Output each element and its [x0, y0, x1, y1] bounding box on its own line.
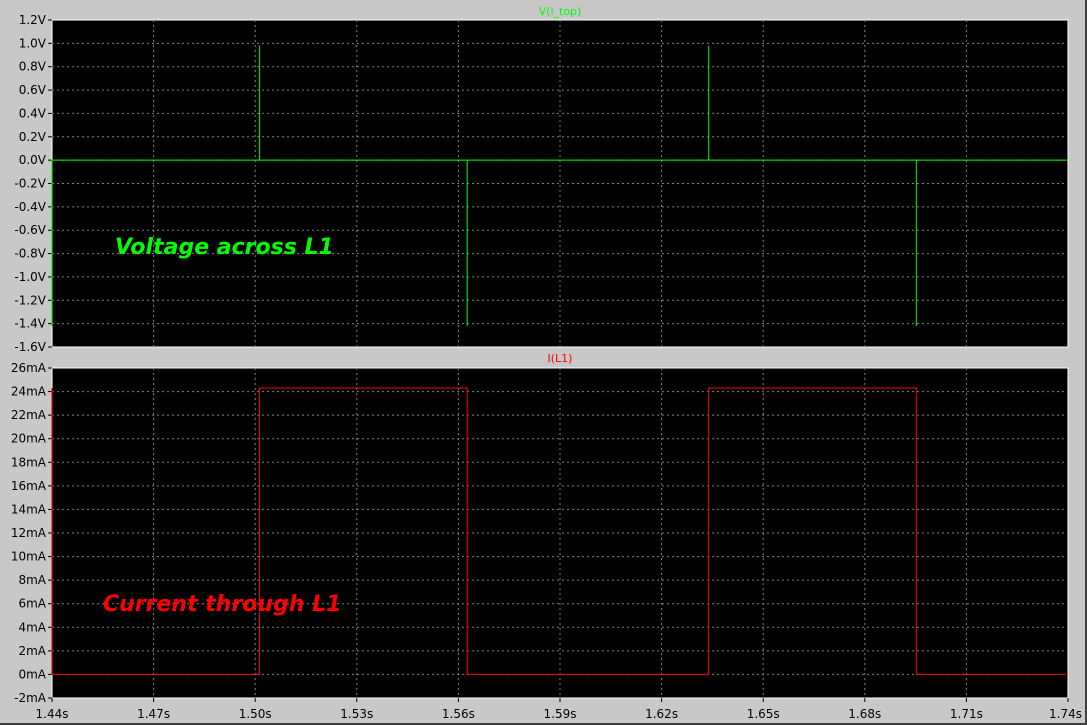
- y-tick-label: 22mA: [11, 408, 47, 422]
- y-tick-label: 1.2V: [19, 13, 47, 27]
- y-tick-label: -0.2V: [14, 177, 46, 191]
- y-tick-label: 10mA: [11, 550, 47, 564]
- x-tick-label: 1.71s: [950, 707, 983, 721]
- y-tick-label: -1.2V: [14, 293, 46, 307]
- x-tick-label: 1.62s: [645, 707, 678, 721]
- x-tick-label: 1.59s: [544, 707, 577, 721]
- pane-title-2[interactable]: I(L1): [548, 352, 573, 365]
- pane-title-1[interactable]: V(l_top): [539, 5, 582, 18]
- y-tick-label: -0.8V: [14, 247, 46, 261]
- plot-window: -1.6V -1.4V -1.2V -1.0V -0.8V -0.6V -0.4V -0.2V…: [0, 0, 1087, 725]
- x-tick-label: 1.74s: [1049, 707, 1082, 721]
- y-tick-label: 0.0V: [19, 153, 47, 167]
- x-tick-label: 1.65s: [747, 707, 780, 721]
- y-tick-label: -1.4V: [14, 317, 46, 331]
- y-tick-label: -1.6V: [14, 340, 46, 354]
- y-tick-label: 1.0V: [19, 36, 47, 50]
- x-tick-label: 1.44s: [36, 707, 69, 721]
- y-tick-label: 12mA: [11, 526, 47, 540]
- annotation-label-1: Voltage across L1: [115, 235, 334, 260]
- y-tick-label: -0.4V: [14, 200, 46, 214]
- y-tick-label: -1.0V: [14, 270, 46, 284]
- y-tick-label: 24mA: [11, 385, 47, 399]
- x-tick-label: 1.47s: [137, 707, 170, 721]
- y-tick-label: 8mA: [18, 573, 46, 587]
- annotation-label-2: Current through L1: [103, 592, 341, 617]
- y-tick-label: 20mA: [11, 432, 47, 446]
- x-tick-label: 1.68s: [848, 707, 881, 721]
- plot-area-1: [51, 19, 1069, 348]
- y-tick-label: 16mA: [11, 479, 47, 493]
- y-tick-label: 0.2V: [19, 130, 47, 144]
- y-tick-label: 18mA: [11, 455, 47, 469]
- waveform-chart[interactable]: -1.6V -1.4V -1.2V -1.0V -0.8V -0.6V -0.4V -0.2V…: [0, 0, 1085, 723]
- y-tick-label: 6mA: [18, 597, 46, 611]
- y-tick-label: 0.4V: [19, 106, 47, 120]
- y-tick-label: -2mA: [14, 691, 47, 705]
- y-tick-label: -0.6V: [14, 223, 46, 237]
- y-tick-label: 26mA: [11, 361, 47, 375]
- x-tick-label: 1.50s: [239, 707, 272, 721]
- x-tick-label: 1.56s: [442, 707, 475, 721]
- x-tick-label: 1.53s: [340, 707, 373, 721]
- y-tick-label: 14mA: [11, 502, 47, 516]
- y-tick-label: 0.6V: [19, 83, 47, 97]
- y-tick-label: 0.8V: [19, 60, 47, 74]
- y-tick-label: 4mA: [18, 620, 46, 634]
- y-tick-label: 0mA: [18, 667, 46, 681]
- y-tick-label: 2mA: [18, 644, 46, 658]
